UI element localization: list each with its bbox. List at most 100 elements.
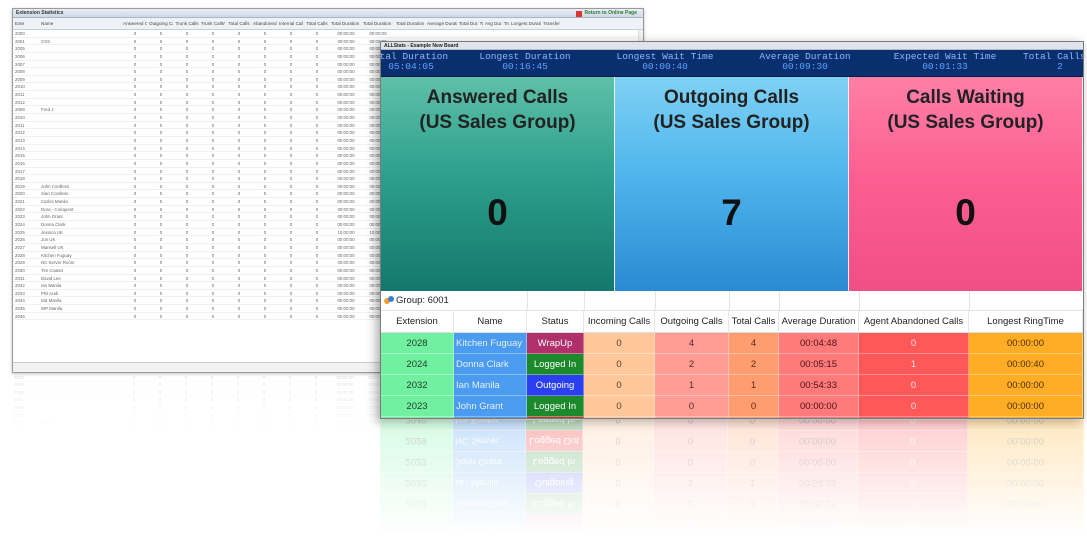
table-row[interactable]: 2028 Kitchen Fuguay WrapUp 0 4 4 00:04:48 0 00:0… <box>381 333 1083 354</box>
row-duration: 00:00:00 <box>337 298 355 304</box>
row-count: 0 <box>185 191 189 197</box>
row-count: 0 <box>263 237 267 243</box>
row-duration: 00:00:00 <box>337 267 355 273</box>
table-row[interactable]: 2032 Ian Manila Outgoing 0 1 1 00:54:33 0 00:00:… <box>381 375 1083 396</box>
row-count: 0 <box>133 244 137 250</box>
row-count: 0 <box>315 222 319 228</box>
row-count: 0 <box>237 260 241 266</box>
column-header[interactable]: Total Calls <box>225 18 251 29</box>
column-header[interactable]: Total Duration Outgoing <box>361 18 393 29</box>
row-extension: 2012 <box>15 99 25 105</box>
row-longest-ringtime: 00:00:40 <box>969 354 1083 375</box>
column-header[interactable]: Agent Abandoned Calls <box>859 311 969 332</box>
row-duration: 00:00:00 <box>337 38 355 44</box>
row-longest-ringtime: 00:00:00 <box>968 451 1084 472</box>
row-count: 0 <box>237 214 241 220</box>
row-count: 0 <box>133 283 137 289</box>
row-count: 0 <box>185 176 189 182</box>
row-count: 0 <box>185 99 189 105</box>
row-average-duration: 00:04:48 <box>779 333 859 354</box>
row-count: 0 <box>211 298 215 304</box>
table-row[interactable]: 2000 0 0 0 0 0 0 0 0 00:00:00 00:00:00 <box>12 426 392 434</box>
row-duration: 00:00:00 <box>337 53 355 59</box>
row-count: 0 <box>185 46 189 52</box>
table-row[interactable]: 2040Ian FooterLogged In00000:00:00000:00… <box>380 420 1084 430</box>
row-count: 0 <box>289 260 293 266</box>
row-count: 0 <box>185 183 189 189</box>
table-row[interactable]: 2008 0 0 0 0 0 0 0 0 00:00:00 00:00:00 <box>12 388 392 396</box>
row-longest-ringtime: 00:00:00 <box>968 514 1084 535</box>
table-row[interactable]: 2024 Donna Clark Logged In 0 2 2 00:05:15 1 00:0… <box>380 493 1084 514</box>
column-header[interactable]: Outgoing Calls <box>147 18 173 29</box>
column-header[interactable]: Trunk Calls* <box>199 18 225 29</box>
ticker-value: 00:01:33 <box>922 61 968 72</box>
row-abandoned-calls: 0 <box>859 333 969 354</box>
row-incoming-calls: 0 <box>583 514 654 535</box>
window-title: Extension Statistics <box>16 10 64 16</box>
table-row[interactable]: 2032 Ian Manila Outgoing 0 1 1 00:54:33 0 00:00:… <box>380 472 1084 493</box>
column-header[interactable]: Transfer <box>541 18 643 29</box>
column-header[interactable]: Name <box>454 311 527 332</box>
column-header[interactable]: Incoming Calls <box>584 311 655 332</box>
row-count: 0 <box>263 153 267 159</box>
row-count: 0 <box>133 229 137 235</box>
row-count: 0 <box>185 267 189 273</box>
row-total-calls: 0 <box>728 420 778 430</box>
column-header[interactable]: Total Calls <box>303 18 329 29</box>
column-header[interactable]: Average Duration <box>425 18 457 29</box>
table-row[interactable]: 2010 0 0 0 0 0 0 0 0 00:00:00 00:00:00 <box>12 374 392 381</box>
column-header[interactable]: Extension <box>381 311 454 332</box>
table-row[interactable]: 2023 John Grant Logged In 0 0 0 00:00:00 0 00:00… <box>381 396 1083 417</box>
column-header[interactable]: Trunk Calls <box>173 18 199 29</box>
row-total-calls: 2 <box>729 354 779 375</box>
row-incoming-calls: 0 <box>584 396 655 417</box>
column-header[interactable]: Average Duration <box>779 311 859 332</box>
table-row[interactable]: 2029NC ServerLogged Out00000:00:00000:00… <box>380 430 1084 451</box>
row-count: 0 <box>159 275 163 281</box>
row-extension: 2005 <box>15 46 25 52</box>
table-row[interactable]: 2000 0 0 0 0 0 0 0 0 00:00:00 00:00:00 <box>13 30 643 38</box>
row-count: 0 <box>210 412 214 418</box>
row-count: 0 <box>263 31 267 36</box>
group-label: Group: 6001 <box>396 295 449 306</box>
row-extension: 2036 <box>15 313 25 319</box>
table-row[interactable]: 2023 John Grant Logged In 0 0 0 00:00:00 0 00:00… <box>380 451 1084 472</box>
return-to-online-page-button[interactable]: Return to Online Page <box>576 10 637 17</box>
table-row[interactable]: 2001 CSS 0 0 0 0 0 0 0 0 00:00:00 00:00:00 <box>12 418 392 427</box>
column-header[interactable]: Answered Calls <box>121 18 147 29</box>
row-count: 0 <box>211 84 215 90</box>
row-count: 0 <box>263 130 267 136</box>
row-longest-ringtime: 00:00:00 <box>969 396 1083 417</box>
column-header[interactable]: Longest RingTime <box>969 311 1083 332</box>
table-row[interactable]: 2028 Kitchen Fuguay WrapUp 0 4 4 00:04:48 0 00:0… <box>380 514 1084 535</box>
row-status: Logged In <box>526 451 583 472</box>
table-row[interactable]: 2006 0 0 0 0 0 0 0 0 00:00:00 00:00:00 <box>12 403 392 412</box>
column-header[interactable]: Total Duration <box>393 18 425 29</box>
column-header[interactable]: Internal Calls <box>277 18 303 29</box>
row-incoming-calls: 0 <box>583 451 654 472</box>
table-row[interactable]: 2024 Donna Clark Logged In 0 2 2 00:05:15 1 00:0… <box>381 354 1083 375</box>
column-header[interactable]: Avg Dur. Trunk <box>483 18 509 29</box>
row-count: 0 <box>211 107 215 113</box>
column-header[interactable]: Status <box>527 311 584 332</box>
row-count: 0 <box>133 176 137 182</box>
column-header[interactable]: Total Dur. Trunk <box>457 18 483 29</box>
row-count: 0 <box>262 412 266 418</box>
column-header[interactable]: Total Duration Incoming <box>329 18 361 29</box>
row-count: 0 <box>211 283 215 289</box>
table-row[interactable]: 2029NC ServerLogged Out00000:00:00000:00… <box>381 417 1083 418</box>
column-header[interactable]: Abandoned Calls <box>251 18 277 29</box>
row-total-calls: 1 <box>729 375 779 396</box>
row-count: 0 <box>211 191 215 197</box>
row-total-calls: 0 <box>729 396 779 417</box>
column-header[interactable]: Exte <box>13 18 39 29</box>
table-row[interactable]: 2005 0 0 0 0 0 0 0 0 00:00:00 00:00:00 <box>12 411 392 419</box>
column-header[interactable]: Outgoing Calls <box>655 311 729 332</box>
row-count: 0 <box>263 92 267 98</box>
column-header[interactable]: Longest Duration <box>509 18 541 29</box>
row-count: 0 <box>237 99 241 105</box>
table-row[interactable]: 2007 0 0 0 0 0 0 0 0 00:00:00 00:00:00 <box>12 395 392 404</box>
table-row[interactable]: 2009 0 0 0 0 0 0 0 0 00:00:00 00:00:00 <box>12 380 392 389</box>
column-header[interactable]: Name <box>39 18 121 29</box>
column-header[interactable]: Total Calls <box>729 311 779 332</box>
